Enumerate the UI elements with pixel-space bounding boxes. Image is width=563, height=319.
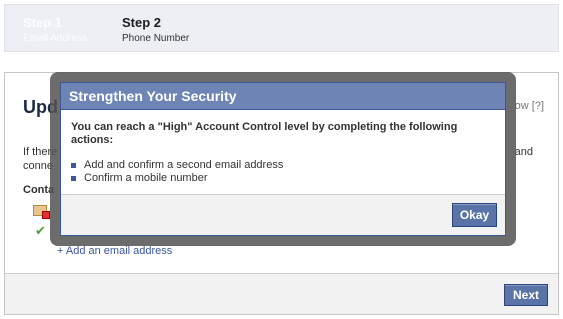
panel-help-text: ow [514,100,529,112]
step-1-title: Step 1 [23,15,63,30]
dialog-footer: Okay [61,194,505,235]
list-item: Confirm a mobile number [71,172,495,185]
step-2: Step 2 Phone Number [122,15,189,46]
panel-help: ow [?] [515,100,544,112]
dialog-lead-text: You can reach a "High" Account Control l… [71,121,458,146]
dialog-title: Strengthen Your Security [61,83,505,110]
step-2-title: Step 2 [122,15,162,30]
okay-button[interactable]: Okay [452,203,497,227]
dialog-action-list: Add and confirm a second email address C… [71,159,495,185]
email-icon [33,205,50,219]
panel-text-line-1-end: and [514,146,533,158]
next-button[interactable]: Next [504,284,548,306]
dialog-overlay-frame: Strengthen Your Security You can reach a… [50,72,516,246]
step-1: Step 1 Email Address [23,15,87,46]
security-dialog: Strengthen Your Security You can reach a… [60,82,506,236]
steps-bar: Step 1 Email Address Step 2 Phone Number [4,4,559,52]
add-email-link[interactable]: + Add an email address [57,245,172,257]
step-1-subtitle: Email Address [23,33,87,44]
panel-footer: Next [5,273,558,314]
step-2-subtitle: Phone Number [122,33,190,44]
help-link[interactable]: [?] [532,100,544,112]
list-item: Add and confirm a second email address [71,159,495,172]
dialog-body: You can reach a "High" Account Control l… [61,110,505,185]
check-icon: ✔ [35,223,46,238]
